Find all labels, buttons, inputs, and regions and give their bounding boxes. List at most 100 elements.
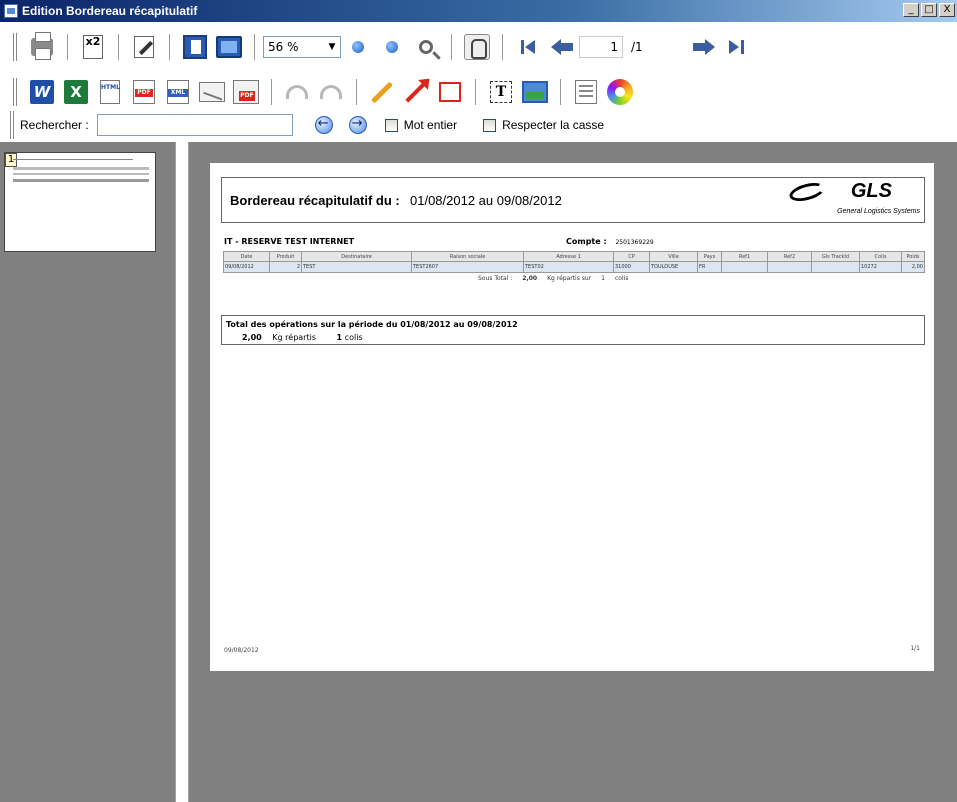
send-email-pdf-button[interactable] xyxy=(231,77,261,107)
redo-button[interactable] xyxy=(316,77,346,107)
print-x2-button[interactable]: x2 xyxy=(78,32,108,62)
preview-area: Bordereau récapitulatif du : 01/08/2012 … xyxy=(189,142,957,802)
table-row: 09/08/2012 2 TEST TEST2607 TEST02 31000 … xyxy=(223,261,925,273)
search-previous-button[interactable] xyxy=(309,110,339,140)
thumbnail-number: 1 xyxy=(5,153,17,167)
search-next-icon xyxy=(348,116,367,134)
search-previous-icon xyxy=(314,116,333,134)
column-header: CP xyxy=(613,251,650,262)
table-cell xyxy=(767,261,812,273)
table-cell xyxy=(811,261,860,273)
undo-button[interactable] xyxy=(282,77,312,107)
toolbar-separator xyxy=(356,79,357,105)
edit-button[interactable] xyxy=(129,32,159,62)
report-header: Bordereau récapitulatif du : 01/08/2012 … xyxy=(221,177,925,223)
arrow-icon xyxy=(405,81,427,103)
total-colis-text: colis xyxy=(344,333,363,342)
color-palette-button[interactable] xyxy=(605,77,635,107)
export-excel-button[interactable]: X xyxy=(61,77,91,107)
toolbar-separator xyxy=(169,34,170,60)
draw-rectangle-button[interactable] xyxy=(435,77,465,107)
toolbar-grip[interactable] xyxy=(13,33,17,61)
draw-pencil-button[interactable] xyxy=(367,77,397,107)
toolbar-separator xyxy=(451,34,452,60)
zoom-out-icon xyxy=(386,41,398,53)
shipments-table: Date Produit Destinataire Raison sociale… xyxy=(223,251,925,273)
export-html-button[interactable]: HTML xyxy=(95,77,125,107)
subtotal-text: Kg répartis sur xyxy=(547,275,592,282)
total-weight: 2,00 xyxy=(242,333,262,342)
match-case-label: Respecter la casse xyxy=(502,118,605,132)
export-xml-button[interactable] xyxy=(163,77,193,107)
logo-subtitle: General Logistics Systems xyxy=(837,208,920,215)
zoom-in-button[interactable] xyxy=(343,32,373,62)
undo-icon xyxy=(286,85,308,99)
page-thumbnail[interactable]: 1 xyxy=(4,152,156,252)
last-page-button[interactable] xyxy=(723,32,753,62)
toolbar-separator xyxy=(118,34,119,60)
report-title: Bordereau récapitulatif du : xyxy=(230,193,400,208)
toolbar-navigation: x2 56 % ▼ 1 /1 xyxy=(0,27,957,67)
match-case-checkbox[interactable] xyxy=(483,118,497,132)
export-pdf-button[interactable] xyxy=(129,77,159,107)
report-page: Bordereau récapitulatif du : 01/08/2012 … xyxy=(210,163,934,671)
toolbar-grip[interactable] xyxy=(10,111,14,139)
single-page-view-button[interactable] xyxy=(180,32,210,62)
gls-logo: GLS General Logistics Systems xyxy=(775,179,920,220)
magnifier-button[interactable] xyxy=(411,32,441,62)
draw-arrow-button[interactable] xyxy=(401,77,431,107)
zoom-select[interactable]: 56 % ▼ xyxy=(263,36,341,58)
toolbar-separator xyxy=(475,79,476,105)
subtotal-line: Sous Total : 2,00 Kg répartis sur 1 coli… xyxy=(478,275,628,282)
account: Compte : 2501369229 xyxy=(566,237,654,246)
maximize-button[interactable]: □ xyxy=(921,3,937,17)
search-next-button[interactable] xyxy=(343,110,373,140)
panel-splitter[interactable] xyxy=(175,142,189,802)
page-number-input[interactable]: 1 xyxy=(579,36,623,58)
close-button[interactable]: X xyxy=(939,3,955,17)
account-value: 2501369229 xyxy=(615,239,654,246)
insert-text-button[interactable]: T xyxy=(486,77,516,107)
export-word-button[interactable]: W xyxy=(27,77,57,107)
text-tool-icon: T xyxy=(490,81,512,103)
table-cell: 10272 xyxy=(859,261,902,273)
next-page-button[interactable] xyxy=(689,32,719,62)
hand-tool-button[interactable] xyxy=(462,32,492,62)
column-header: Ville xyxy=(649,251,698,262)
minimize-button[interactable]: _ xyxy=(903,3,919,17)
thumbnail-content xyxy=(13,179,149,182)
toolbar-separator xyxy=(502,34,503,60)
print-button[interactable] xyxy=(27,32,57,62)
toolbar-grip[interactable] xyxy=(13,78,17,106)
window-title: Edition Bordereau récapitulatif xyxy=(22,4,198,18)
notes-button[interactable] xyxy=(571,77,601,107)
column-header: Ref1 xyxy=(721,251,768,262)
email-pdf-icon xyxy=(233,80,259,104)
column-header: Destinataire xyxy=(301,251,412,262)
fullscreen-button[interactable] xyxy=(214,32,244,62)
whole-word-label: Mot entier xyxy=(403,118,458,132)
zoom-out-button[interactable] xyxy=(377,32,407,62)
printer-icon xyxy=(31,32,53,60)
title-bar: Edition Bordereau récapitulatif _ □ X xyxy=(0,0,957,22)
send-email-button[interactable] xyxy=(197,77,227,107)
html-file-icon: HTML xyxy=(100,80,120,104)
first-page-button[interactable] xyxy=(513,32,543,62)
subtotal-label: Sous Total : xyxy=(478,275,513,282)
app-icon xyxy=(4,4,18,18)
whole-word-checkbox[interactable] xyxy=(384,118,398,132)
toolbar-separator xyxy=(560,79,561,105)
window-controls: _ □ X xyxy=(901,3,955,17)
insert-image-button[interactable] xyxy=(520,77,550,107)
search-label: Rechercher : xyxy=(20,118,89,132)
table-cell: TEST02 xyxy=(523,261,614,273)
arrow-right-icon xyxy=(692,39,715,55)
toolbar-separator xyxy=(67,34,68,60)
thumbnail-content xyxy=(13,159,133,160)
previous-page-button[interactable] xyxy=(547,32,577,62)
column-header: Produit xyxy=(269,251,302,262)
search-input[interactable] xyxy=(96,114,293,136)
subtotal-colis-text: colis xyxy=(614,275,629,282)
arrow-left-icon xyxy=(551,39,573,55)
xml-file-icon xyxy=(167,80,189,104)
